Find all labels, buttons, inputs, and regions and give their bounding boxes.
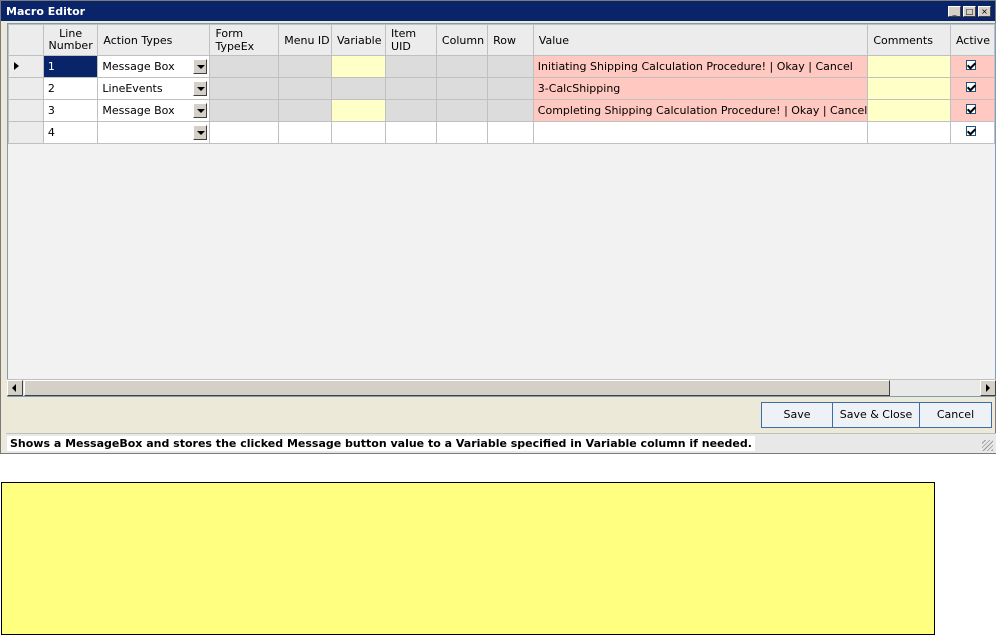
table-row[interactable]: 3 Message Box Completing Shipping Calcul… xyxy=(8,99,995,122)
row-selector[interactable] xyxy=(8,77,44,100)
active-cell xyxy=(949,121,995,144)
sticky-note-area xyxy=(1,482,935,635)
action-type-value: LineEvents xyxy=(102,82,163,95)
action-type-value: Message Box xyxy=(102,60,175,73)
column-cell[interactable] xyxy=(435,99,489,122)
active-checkbox[interactable] xyxy=(965,82,976,92)
variable-cell[interactable] xyxy=(330,55,387,78)
title-bar: Macro Editor _ □ × xyxy=(1,1,995,21)
table-row[interactable]: 4 xyxy=(8,121,995,144)
maximize-button[interactable]: □ xyxy=(963,6,976,17)
active-checkbox[interactable] xyxy=(965,60,976,70)
active-checkbox[interactable] xyxy=(965,126,976,136)
line-number-cell[interactable]: 4 xyxy=(42,121,99,144)
item-uid-cell[interactable] xyxy=(385,77,437,100)
form-typeex-cell[interactable] xyxy=(209,55,280,78)
status-bar: Shows a MessageBox and stores the clicke… xyxy=(6,433,996,453)
row-selector[interactable] xyxy=(8,121,44,144)
close-button[interactable]: × xyxy=(978,6,991,17)
col-header-item-uid[interactable]: Item UID xyxy=(385,24,437,56)
column-cell[interactable] xyxy=(435,55,489,78)
value-cell[interactable]: Initiating Shipping Calculation Procedur… xyxy=(532,55,869,78)
col-header-column[interactable]: Column xyxy=(435,24,489,56)
comments-cell[interactable] xyxy=(867,99,951,122)
action-buttons: Save Save & Close Cancel xyxy=(761,402,992,428)
item-uid-cell[interactable] xyxy=(385,55,437,78)
value-cell[interactable]: 3-CalcShipping xyxy=(532,77,869,100)
row-cell[interactable] xyxy=(487,121,534,144)
form-typeex-cell[interactable] xyxy=(209,121,280,144)
item-uid-cell[interactable] xyxy=(385,99,437,122)
row-selector[interactable] xyxy=(8,99,44,122)
macro-table: Line Number Action Types Form TypeEx Men… xyxy=(8,24,995,144)
menu-id-cell[interactable] xyxy=(278,99,332,122)
menu-id-cell[interactable] xyxy=(278,121,332,144)
comments-cell[interactable] xyxy=(867,55,951,78)
table-row[interactable]: 2 LineEvents 3-CalcShipping xyxy=(8,77,995,100)
dropdown-arrow-icon[interactable] xyxy=(193,81,208,96)
col-header-menu-id[interactable]: Menu ID xyxy=(278,24,332,56)
dropdown-arrow-icon[interactable] xyxy=(193,103,208,118)
row-cell[interactable] xyxy=(487,55,534,78)
comments-cell[interactable] xyxy=(867,121,951,144)
row-cell[interactable] xyxy=(487,77,534,100)
scroll-left-icon[interactable] xyxy=(7,380,23,396)
save-and-close-button[interactable]: Save & Close xyxy=(833,402,920,428)
scroll-right-icon[interactable] xyxy=(980,380,996,396)
col-header-line-number[interactable]: Line Number xyxy=(42,24,99,56)
action-type-select[interactable]: Message Box xyxy=(97,99,211,122)
variable-cell[interactable] xyxy=(330,77,387,100)
action-type-value: Message Box xyxy=(102,104,175,117)
current-row-indicator-icon xyxy=(14,62,19,70)
row-selector[interactable] xyxy=(8,55,44,78)
col-header-value[interactable]: Value xyxy=(532,24,869,56)
line-number-cell[interactable]: 1 xyxy=(42,55,99,78)
col-header-row[interactable]: Row xyxy=(487,24,534,56)
line-number-cell[interactable]: 2 xyxy=(42,77,99,100)
column-cell[interactable] xyxy=(435,77,489,100)
row-cell[interactable] xyxy=(487,99,534,122)
menu-id-cell[interactable] xyxy=(278,77,332,100)
row-header-corner xyxy=(8,24,44,56)
minimize-button[interactable]: _ xyxy=(948,6,961,17)
active-cell xyxy=(949,55,995,78)
scrollbar-thumb[interactable] xyxy=(24,380,890,396)
resize-grip-icon[interactable] xyxy=(982,440,993,451)
action-type-select[interactable]: Message Box xyxy=(97,55,211,78)
macro-grid: Line Number Action Types Form TypeEx Men… xyxy=(7,23,996,397)
variable-cell[interactable] xyxy=(330,99,387,122)
line-number-cell[interactable]: 3 xyxy=(42,99,99,122)
value-cell[interactable]: Completing Shipping Calculation Procedur… xyxy=(532,99,869,122)
menu-id-cell[interactable] xyxy=(278,55,332,78)
table-row[interactable]: 1 Message Box Initiating Shipping Calcul… xyxy=(8,55,995,78)
col-header-active[interactable]: Active xyxy=(949,24,995,56)
status-message: Shows a MessageBox and stores the clicke… xyxy=(7,436,755,451)
action-type-select[interactable] xyxy=(97,121,211,144)
window-controls: _ □ × xyxy=(948,6,991,17)
active-checkbox[interactable] xyxy=(965,104,976,114)
save-button[interactable]: Save xyxy=(761,402,833,428)
horizontal-scrollbar[interactable] xyxy=(7,379,996,396)
variable-cell[interactable] xyxy=(330,121,387,144)
dropdown-arrow-icon[interactable] xyxy=(193,59,208,74)
active-cell xyxy=(949,77,995,100)
col-header-variable[interactable]: Variable xyxy=(330,24,387,56)
item-uid-cell[interactable] xyxy=(385,121,437,144)
cancel-button[interactable]: Cancel xyxy=(920,402,992,428)
active-cell xyxy=(949,99,995,122)
column-cell[interactable] xyxy=(435,121,489,144)
col-header-action-types[interactable]: Action Types xyxy=(97,24,211,56)
dropdown-arrow-icon[interactable] xyxy=(193,125,208,140)
col-header-comments[interactable]: Comments xyxy=(867,24,951,56)
form-typeex-cell[interactable] xyxy=(209,77,280,100)
macro-editor-window: Macro Editor _ □ × Line Number Action Ty… xyxy=(0,0,996,454)
form-typeex-cell[interactable] xyxy=(209,99,280,122)
col-header-form-typeex[interactable]: Form TypeEx xyxy=(209,24,280,56)
value-cell[interactable] xyxy=(532,121,869,144)
action-type-select[interactable]: LineEvents xyxy=(97,77,211,100)
comments-cell[interactable] xyxy=(867,77,951,100)
window-title: Macro Editor xyxy=(6,5,86,18)
